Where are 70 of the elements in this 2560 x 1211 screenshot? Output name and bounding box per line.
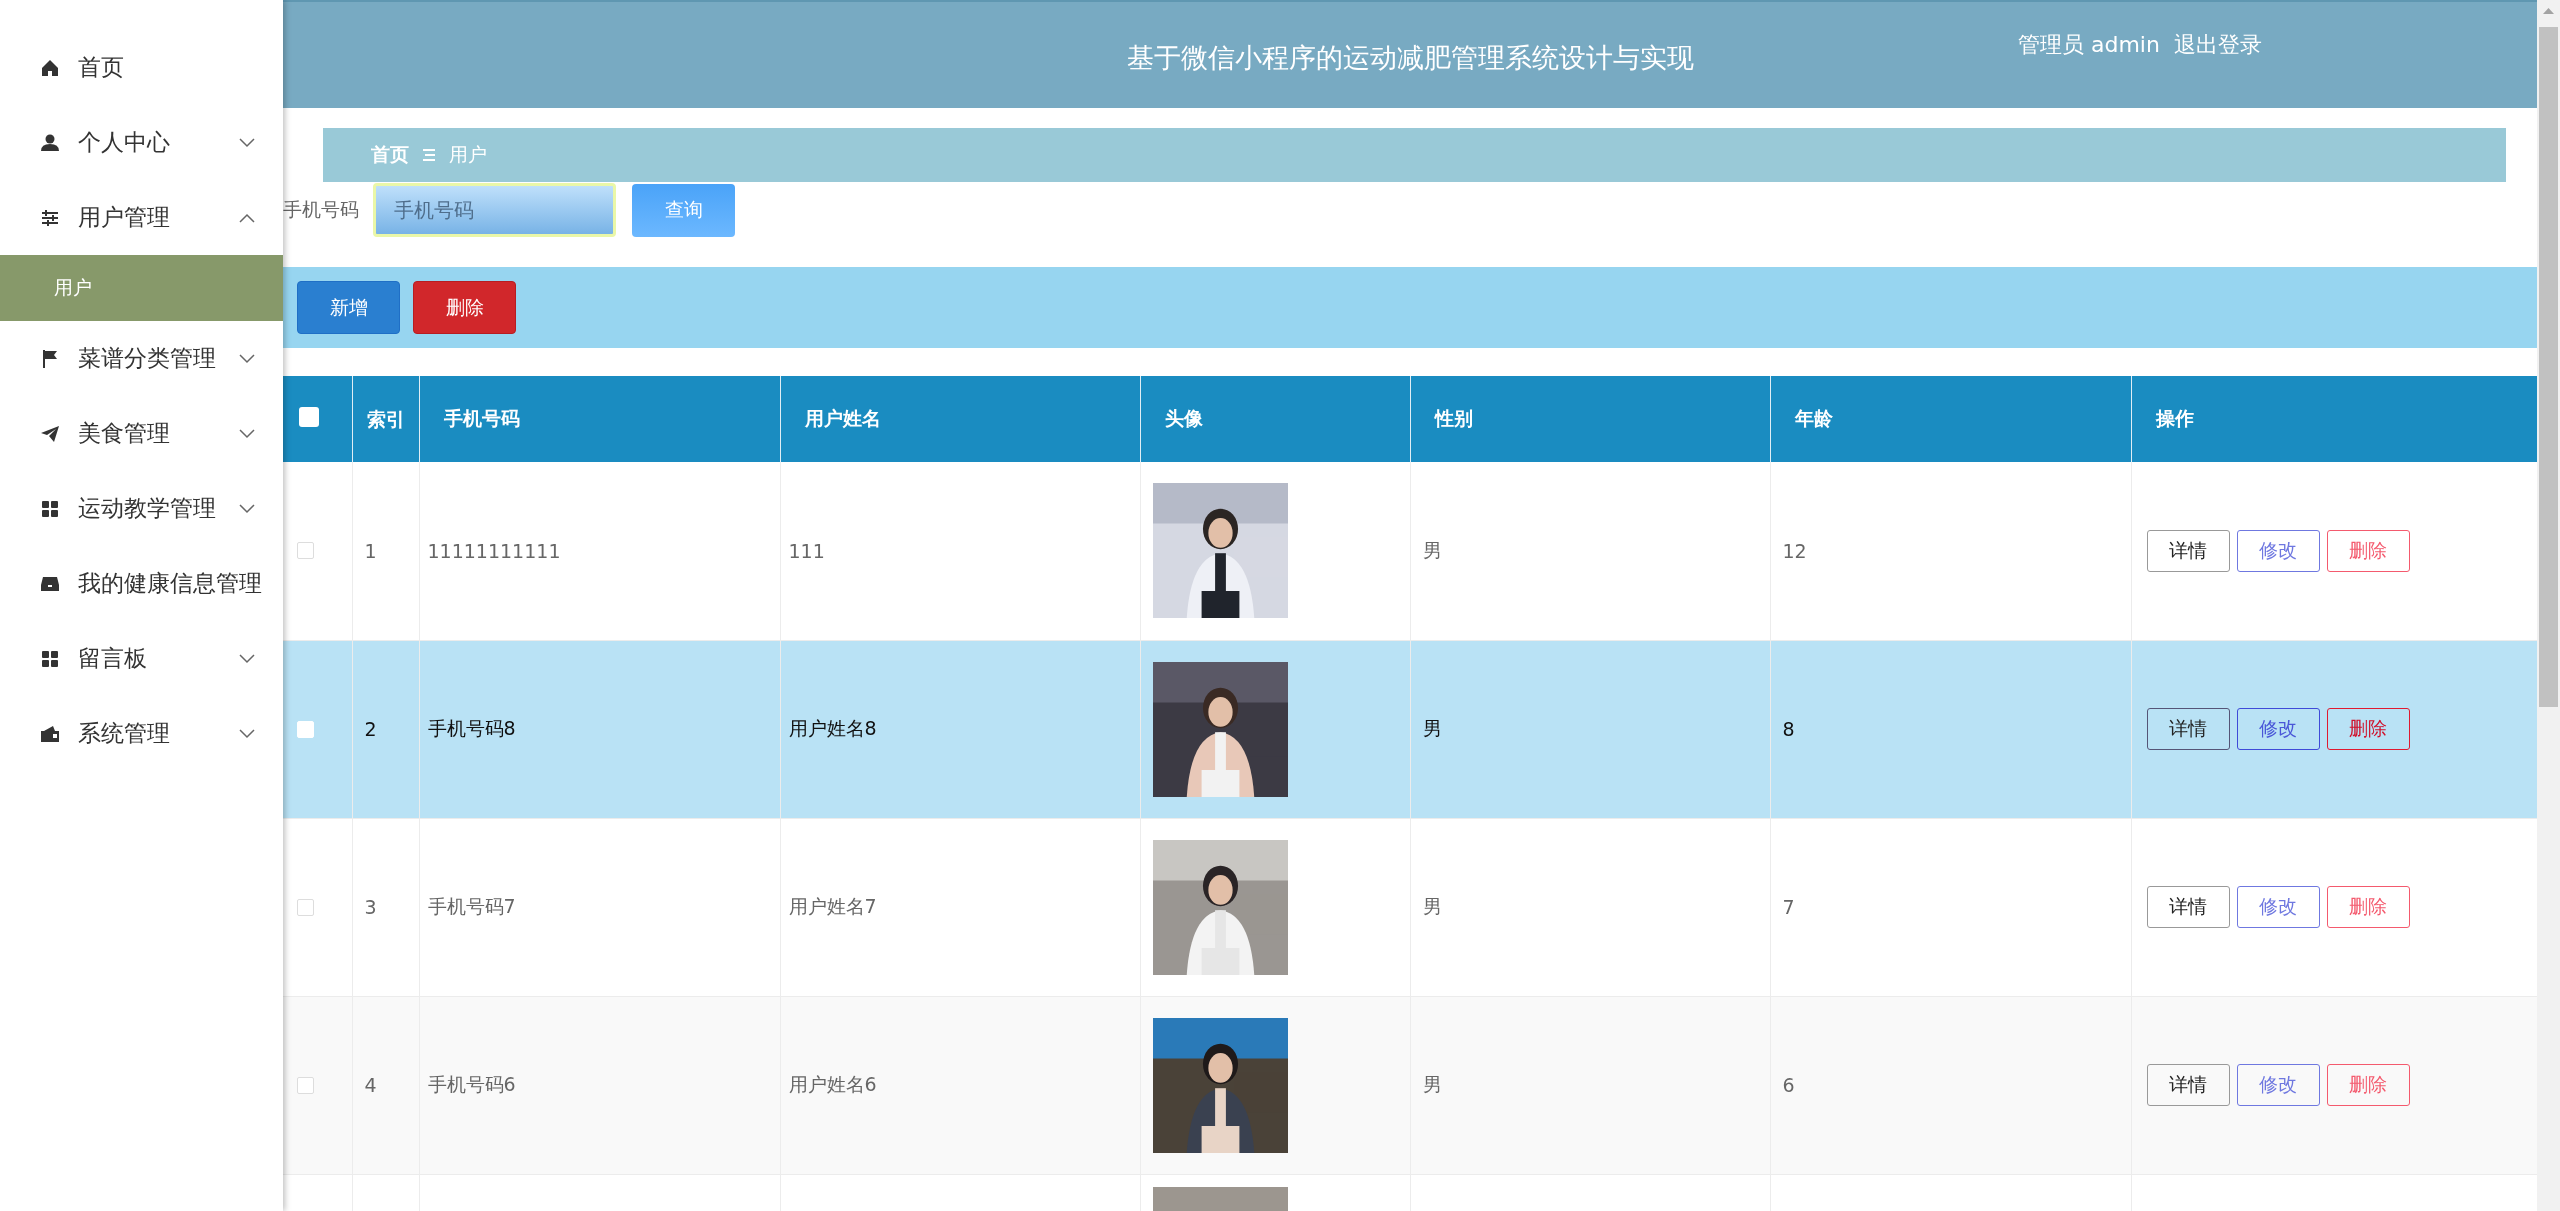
user-label: 管理员 admin	[2018, 31, 2160, 59]
breadcrumb-current: 用户	[449, 142, 487, 167]
column-header: 性别	[1410, 376, 1770, 462]
edit-button[interactable]: 修改	[2236, 529, 2320, 572]
delete-button[interactable]: 删除	[2326, 886, 2410, 928]
table-cell: 用户姓名8	[788, 717, 877, 739]
select-all-checkbox[interactable]	[299, 407, 319, 427]
search-label: 手机号码	[283, 197, 359, 222]
column-header: 索引	[352, 376, 419, 462]
search-field[interactable]: 手机号码	[373, 183, 616, 237]
details-button[interactable]: 详情	[2146, 1064, 2230, 1106]
add-button[interactable]: 新增	[297, 281, 400, 334]
row-checkbox[interactable]	[297, 1076, 314, 1094]
table-cell: 手机号码8	[427, 717, 516, 739]
menu-item-icon	[40, 498, 60, 519]
separator-icon	[423, 148, 435, 162]
column-header: 手机号码	[419, 376, 780, 462]
menu-item-icon	[40, 423, 60, 444]
delete-button[interactable]: 删除	[2326, 708, 2410, 750]
sidebar-item[interactable]: 个人中心	[0, 105, 283, 180]
table-cell: 1	[364, 539, 377, 562]
table-cell: 手机号码7	[427, 895, 516, 917]
column-header: 操作	[2131, 376, 2537, 462]
sidebar-item[interactable]: 首页	[0, 30, 283, 105]
sidebar-item[interactable]: 留言板	[0, 621, 283, 696]
row-checkbox[interactable]	[297, 542, 314, 560]
sidebar-item[interactable]: 美食管理	[0, 396, 283, 471]
table-cell: 12	[1782, 539, 1807, 562]
table-cell: 11111111111	[427, 539, 561, 562]
row-checkbox[interactable]	[297, 898, 314, 916]
menu-item-icon	[40, 723, 60, 744]
column-header: 年龄	[1770, 376, 2131, 462]
table-cell: 3	[364, 896, 377, 918]
menu-item-icon	[40, 132, 60, 153]
scrollbar-thumb[interactable]	[2539, 27, 2558, 707]
details-button[interactable]: 详情	[2146, 886, 2230, 928]
table-cell: 男	[1422, 1073, 1442, 1095]
menu-item-icon	[40, 207, 60, 228]
delete-button[interactable]: 删除	[2326, 529, 2410, 572]
table-cell: 男	[1422, 895, 1442, 917]
delete-button[interactable]: 删除	[413, 281, 516, 334]
details-button[interactable]: 详情	[2146, 529, 2230, 572]
sidebar-item[interactable]: 我的健康信息管理	[0, 546, 283, 621]
menu-item-icon	[40, 648, 60, 669]
delete-button[interactable]: 删除	[2326, 1064, 2410, 1106]
table-cell: 6	[1782, 1074, 1795, 1096]
column-header: 用户姓名	[780, 376, 1140, 462]
sidebar-item[interactable]: 系统管理	[0, 696, 283, 771]
table-cell: 用户姓名7	[788, 895, 877, 917]
table-cell: 用户姓名6	[788, 1073, 877, 1095]
table-cell: 男	[1422, 538, 1442, 561]
sidebar-item[interactable]: 运动教学管理	[0, 471, 283, 546]
menu-item-icon	[40, 57, 60, 78]
menu-item-icon	[40, 348, 60, 369]
table-cell: 男	[1422, 717, 1442, 739]
table-cell: 8	[1782, 718, 1795, 740]
table-cell: 4	[364, 1074, 377, 1096]
edit-button[interactable]: 修改	[2236, 708, 2320, 750]
table-cell: 7	[1782, 896, 1795, 918]
page-title: 基于微信小程序的运动减肥管理系统设计与实现	[1126, 41, 1694, 75]
table-cell: 111	[788, 539, 825, 562]
table-cell: 2	[364, 718, 377, 740]
sidebar-item[interactable]: 菜谱分类管理	[0, 321, 283, 396]
details-button[interactable]: 详情	[2146, 708, 2230, 750]
sidebar-item[interactable]: 用户管理	[0, 180, 283, 255]
column-header: 头像	[1140, 376, 1410, 462]
edit-button[interactable]: 修改	[2236, 886, 2320, 928]
submenu-item[interactable]: 用户	[0, 255, 283, 321]
table-cell: 手机号码6	[427, 1073, 516, 1095]
edit-button[interactable]: 修改	[2236, 1064, 2320, 1106]
